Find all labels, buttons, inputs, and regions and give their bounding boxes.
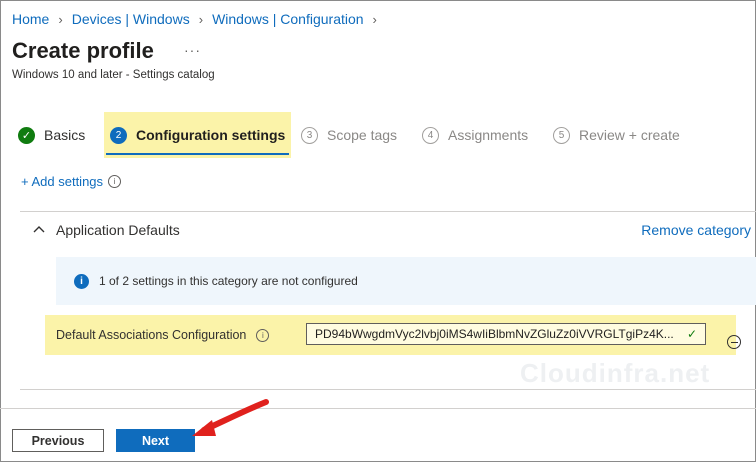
step-number-icon: 3 [301, 126, 318, 144]
setting-row-default-associations: Default Associations Configuration i PD9… [45, 315, 736, 355]
step-configuration-settings[interactable]: 2 Configuration settings [104, 112, 292, 158]
chevron-right-icon: › [198, 11, 204, 27]
red-arrow-annotation-icon [192, 399, 269, 436]
watermark: Cloudinfra.net [520, 358, 711, 388]
breadcrumb-home[interactable]: Home [12, 11, 49, 27]
chevron-right-icon: › [58, 11, 63, 27]
setting-input-value: PD94bWwgdmVyc2lvbj0iMS4wIiBlbmNvZGluZz0i… [315, 327, 674, 341]
remove-category-link[interactable]: Remove category [641, 222, 751, 238]
step-label: Assignments [448, 127, 529, 143]
step-assignments[interactable]: 4 Assignments [422, 112, 528, 158]
footer-divider [0, 408, 756, 409]
step-number-icon: 5 [553, 126, 570, 144]
next-button[interactable]: Next [116, 429, 195, 452]
divider [20, 389, 756, 390]
info-filled-icon: i [74, 273, 89, 289]
step-scope-tags[interactable]: 3 Scope tags [301, 112, 397, 158]
breadcrumb-windows-configuration[interactable]: Windows | Configuration [212, 11, 363, 27]
breadcrumb: Home › Devices | Windows › Windows | Con… [12, 11, 386, 27]
breadcrumb-devices-windows[interactable]: Devices | Windows [72, 11, 190, 27]
notice-text: 1 of 2 settings in this category are not… [99, 274, 358, 288]
page-title: Create profile [12, 38, 154, 63]
step-basics[interactable]: ✓ Basics [18, 112, 85, 158]
info-notice: i 1 of 2 settings in this category are n… [56, 257, 756, 305]
default-associations-input[interactable]: PD94bWwgdmVyc2lvbj0iMS4wIiBlbmNvZGluZz0i… [306, 323, 706, 345]
chevron-up-icon[interactable] [32, 222, 46, 236]
add-settings-label: + Add settings [21, 174, 104, 189]
more-options-icon[interactable]: ··· [184, 42, 201, 58]
chevron-right-icon: › [372, 11, 377, 27]
step-label: Basics [44, 127, 86, 143]
checkmark-icon: ✓ [18, 126, 35, 144]
step-label: Configuration settings [136, 127, 286, 143]
checkmark-icon: ✓ [686, 327, 697, 341]
page-subtitle: Windows 10 and later - Settings catalog [12, 69, 215, 81]
info-icon[interactable]: i [108, 175, 122, 188]
category-title[interactable]: Application Defaults [56, 222, 180, 238]
previous-button[interactable]: Previous [12, 429, 104, 452]
step-review-create[interactable]: 5 Review + create [553, 112, 680, 158]
add-settings-link[interactable]: + Add settings i [21, 174, 122, 189]
step-label: Scope tags [327, 127, 398, 143]
setting-label: Default Associations Configuration i [56, 328, 270, 342]
info-icon[interactable]: i [256, 328, 270, 342]
wizard-steps: ✓ Basics 2 Configuration settings 3 Scop… [0, 112, 756, 158]
setting-label-text: Default Associations Configuration [56, 328, 247, 342]
step-number-icon: 4 [422, 126, 439, 144]
step-number-icon: 2 [110, 126, 127, 144]
remove-setting-icon[interactable] [727, 335, 741, 349]
step-label: Review + create [579, 127, 680, 143]
